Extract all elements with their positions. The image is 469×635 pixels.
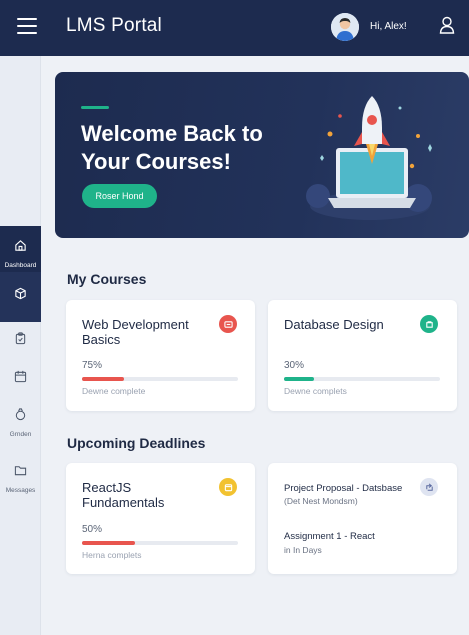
user-greeting: Hi, Alex! (370, 21, 407, 32)
course-icon (219, 478, 237, 496)
course-title: Web Development Basics (82, 317, 189, 347)
deadline-item-date: (Det Nest Mondsm) (284, 496, 358, 506)
course-icon (219, 315, 237, 333)
course-title: Database Design (284, 317, 384, 332)
sidebar-item-assignments[interactable] (0, 332, 41, 362)
welcome-banner: Welcome Back to Your Courses! Roser Hond (55, 72, 469, 238)
course-progress-percent: 50% (82, 524, 103, 535)
sidebar-item-dashboard[interactable]: Dashboard (0, 226, 41, 272)
progress-track (82, 541, 238, 545)
assignment-icon (420, 478, 438, 496)
top-bar: LMS Portal Hi, Alex! (0, 0, 469, 56)
folder-icon (14, 466, 27, 476)
accent-bar (81, 106, 109, 109)
deadline-card-assignments[interactable]: Project Proposal - Datsbase (Det Nest Mo… (268, 463, 457, 574)
badge-icon (15, 408, 26, 421)
app-title: LMS Portal (66, 15, 162, 36)
hero-button[interactable]: Roser Hond (82, 184, 157, 208)
sidebar-item-grades[interactable]: Grnden (0, 408, 41, 448)
progress-fill (82, 377, 125, 381)
course-progress-percent: 30% (284, 360, 305, 371)
progress-track (82, 377, 238, 381)
sidebar-label-dashboard: Dashboard (4, 262, 37, 269)
rocket-laptop-illustration (306, 96, 432, 220)
sidebar: Dashboard Grnden Messages (0, 56, 41, 635)
home-icon (15, 240, 26, 251)
sidebar-label-messages: Messages (5, 487, 36, 494)
sidebar-item-calendar[interactable] (0, 370, 41, 400)
my-courses-heading: My Courses (67, 271, 147, 287)
deadline-item-title: Assignment 1 - React (284, 531, 375, 542)
course-title: ReactJS Fundamentals (82, 480, 165, 510)
course-card-database-design[interactable]: Database Design 30% Dewne complets (268, 300, 457, 411)
menu-icon[interactable] (17, 18, 37, 34)
avatar[interactable] (331, 13, 359, 41)
course-progress-percent: 75% (82, 360, 103, 371)
box-icon (15, 287, 26, 300)
course-icon (420, 315, 438, 333)
course-status: Herna complets (82, 550, 142, 560)
upcoming-deadlines-heading: Upcoming Deadlines (67, 435, 206, 451)
course-card-web-development[interactable]: Web Development Basics 75% Dewne complet… (66, 300, 255, 411)
user-profile-icon[interactable] (439, 16, 455, 34)
deadline-card-reactjs[interactable]: ReactJS Fundamentals 50% Herna complets (66, 463, 255, 574)
welcome-title: Welcome Back to Your Courses! (81, 121, 263, 174)
course-status: Dewne complets (284, 386, 347, 396)
deadline-item-title: Project Proposal - Datsbase (284, 483, 403, 494)
progress-fill (82, 541, 136, 545)
progress-track (284, 377, 440, 381)
sidebar-label-grades: Grnden (9, 431, 32, 438)
course-status: Dewne complete (82, 386, 146, 396)
calendar-icon (14, 370, 27, 383)
progress-fill (284, 377, 314, 381)
clipboard-icon (15, 332, 26, 345)
sidebar-item-courses[interactable] (0, 272, 41, 322)
sidebar-item-messages[interactable]: Messages (0, 464, 41, 504)
deadline-item-date: in In Days (284, 545, 322, 555)
